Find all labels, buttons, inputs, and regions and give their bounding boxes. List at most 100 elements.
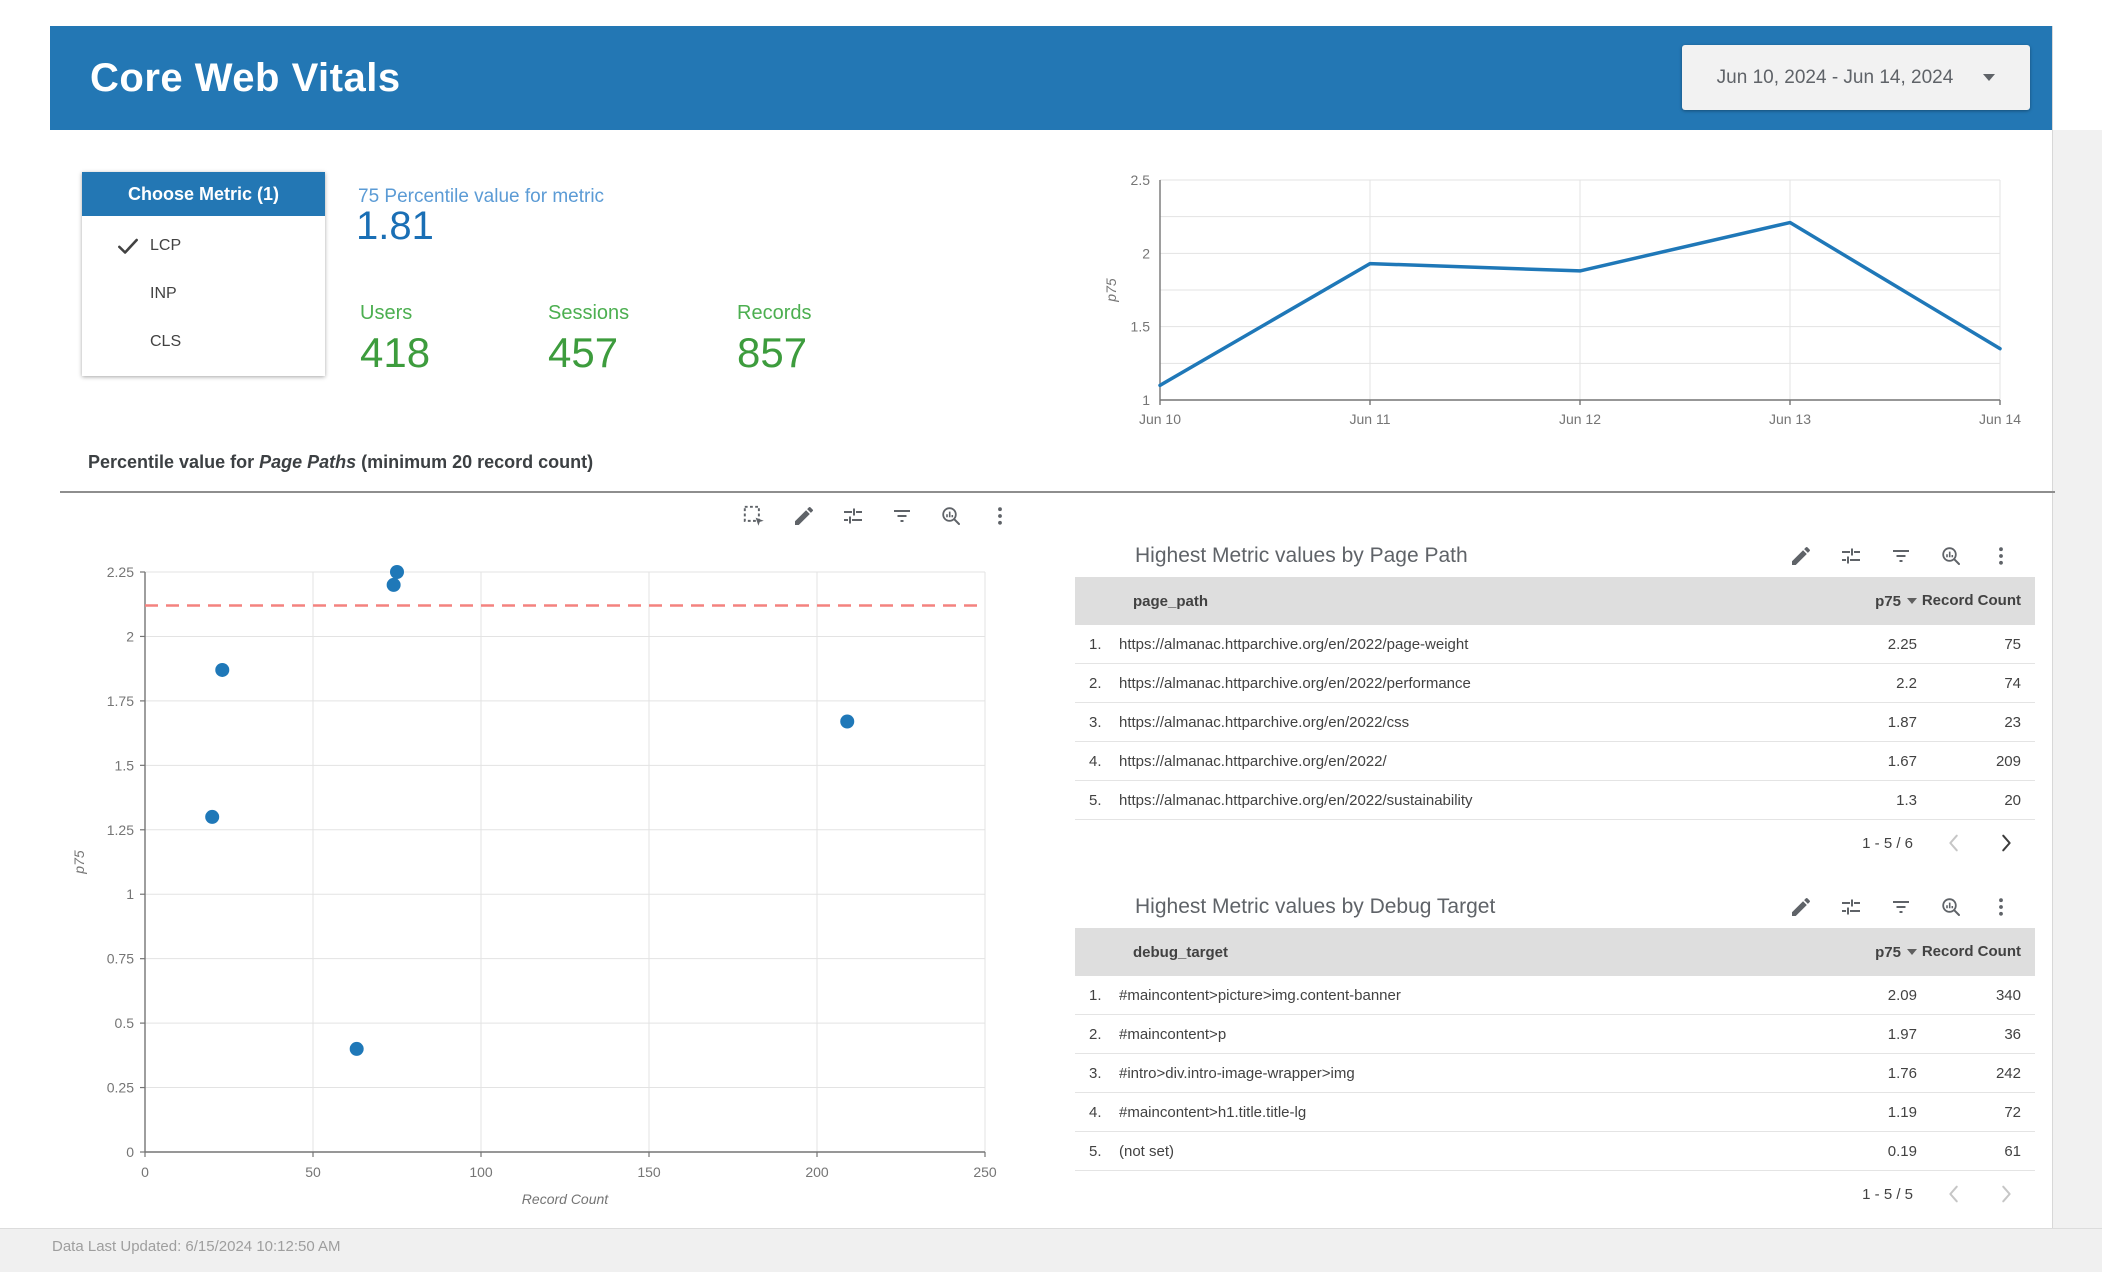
row-record-count: 61 bbox=[2004, 1142, 2021, 1160]
row-record-count: 23 bbox=[2004, 713, 2021, 731]
y-tick-label: 2.5 bbox=[1131, 172, 1151, 188]
timeseries-chart[interactable]: 1 1.5 2 2.5 Jun 10 Jun 11 Jun 12 Jun 13 Jun 14 p7… bbox=[1100, 160, 2050, 450]
row-dimension-value: #intro>div.intro-image-wrapper>img bbox=[1119, 1064, 1355, 1082]
column-header-dimension[interactable]: page_path bbox=[1119, 593, 1787, 610]
column-header-record-count[interactable]: Record Count bbox=[1917, 592, 2021, 609]
table-row[interactable]: 5. https://almanac.httparchive.org/en/202… bbox=[1075, 781, 2035, 820]
scatter-chart[interactable]: 0 0.25 0.5 0.75 1 1.25 1.5 1.75 2 2.25 0 50 100 150 20… bbox=[60, 545, 1040, 1222]
row-dimension-value: https://almanac.httparchive.org/en/2022/… bbox=[1119, 635, 1469, 653]
y-tick-label: 1.75 bbox=[107, 693, 134, 709]
table-pagination: 1 - 5 / 6 bbox=[1075, 820, 2035, 866]
explore-zoom-icon[interactable] bbox=[1939, 895, 1963, 919]
scatter-point[interactable] bbox=[840, 714, 855, 729]
y-tick-label: 0.25 bbox=[107, 1080, 134, 1096]
page-prev-icon[interactable] bbox=[1943, 832, 1965, 854]
sort-desc-icon bbox=[1907, 949, 1917, 955]
row-p75-value: 1.97 bbox=[1887, 1025, 1917, 1043]
scatter-point[interactable] bbox=[386, 577, 401, 592]
table-title: Highest Metric values by Debug Target bbox=[1135, 895, 1496, 918]
explore-zoom-icon[interactable] bbox=[939, 504, 963, 528]
table-row[interactable]: 1. #maincontent>picture>img.content-banne… bbox=[1075, 976, 2035, 1015]
chevron-down-icon bbox=[1983, 74, 1996, 81]
row-index: 2. bbox=[1089, 1025, 1102, 1043]
report-page: Core Web Vitals Jun 10, 2024 - Jun 14, 2… bbox=[0, 0, 2102, 1272]
column-header-record-count[interactable]: Record Count bbox=[1917, 943, 2021, 960]
tune-icon[interactable] bbox=[1839, 544, 1863, 568]
y-tick-label: 1.5 bbox=[115, 757, 135, 773]
scorecard-users: Users 418 bbox=[360, 302, 430, 377]
table-debug-target: Highest Metric values by Debug Target de… bbox=[1075, 886, 2035, 1217]
section-title-suffix: (minimum 20 record count) bbox=[356, 452, 594, 472]
primary-scorecard-value: 1.81 bbox=[356, 204, 434, 248]
column-header-p75[interactable]: p75 bbox=[1787, 944, 1917, 961]
more-options-icon[interactable] bbox=[1989, 895, 2013, 919]
filter-icon[interactable] bbox=[1889, 544, 1913, 568]
row-p75-value: 1.3 bbox=[1896, 791, 1917, 809]
tune-icon[interactable] bbox=[841, 504, 865, 528]
table-page-path: Highest Metric values by Page Path page_… bbox=[1075, 535, 2035, 866]
row-record-count: 242 bbox=[1995, 1064, 2021, 1082]
y-axis-label: p75 bbox=[1103, 278, 1119, 303]
row-index: 4. bbox=[1089, 752, 1102, 770]
filter-icon[interactable] bbox=[890, 504, 914, 528]
x-tick-label: 0 bbox=[141, 1164, 149, 1180]
table-row[interactable]: 5. (not set) 0.19 61 bbox=[1075, 1132, 2035, 1171]
table-row[interactable]: 2. https://almanac.httparchive.org/en/202… bbox=[1075, 664, 2035, 703]
more-options-icon[interactable] bbox=[988, 504, 1012, 528]
row-record-count: 75 bbox=[2004, 635, 2021, 653]
page-title: Core Web Vitals bbox=[90, 55, 401, 100]
metric-option-inp[interactable]: INP bbox=[82, 270, 325, 318]
page-next-icon[interactable] bbox=[1995, 1183, 2017, 1205]
y-tick-label: 1.25 bbox=[107, 822, 134, 838]
edit-icon[interactable] bbox=[1789, 544, 1813, 568]
table-row[interactable]: 4. #maincontent>h1.title.title-lg 1.19 72 bbox=[1075, 1093, 2035, 1132]
row-p75-value: 1.67 bbox=[1887, 752, 1917, 770]
row-dimension-value: (not set) bbox=[1119, 1142, 1175, 1160]
x-axis-label: Record Count bbox=[522, 1191, 609, 1207]
column-header-p75[interactable]: p75 bbox=[1787, 593, 1917, 610]
table-row[interactable]: 3. #intro>div.intro-image-wrapper>img 1.76… bbox=[1075, 1054, 2035, 1093]
column-header-dimension[interactable]: debug_target bbox=[1119, 944, 1787, 961]
scatter-point[interactable] bbox=[390, 565, 404, 579]
table-header-row: debug_target p75 Record Count bbox=[1075, 928, 2035, 976]
metric-option-cls[interactable]: CLS bbox=[82, 318, 325, 366]
scatter-point[interactable] bbox=[349, 1041, 364, 1056]
more-options-icon[interactable] bbox=[1989, 544, 2013, 568]
marquee-select-icon[interactable] bbox=[741, 503, 767, 529]
y-tick-label: 1 bbox=[126, 886, 134, 902]
edit-icon[interactable] bbox=[792, 504, 816, 528]
metric-option-label: LCP bbox=[150, 237, 182, 254]
scorecard-value: 418 bbox=[360, 329, 431, 376]
row-dimension-value: #maincontent>h1.title.title-lg bbox=[1119, 1103, 1307, 1121]
date-range-label: Jun 10, 2024 - Jun 14, 2024 bbox=[1716, 66, 1954, 88]
table-body: 1. https://almanac.httparchive.org/en/202… bbox=[1075, 625, 2035, 820]
table-row[interactable]: 2. #maincontent>p 1.97 36 bbox=[1075, 1015, 2035, 1054]
row-index: 3. bbox=[1089, 713, 1102, 731]
table-title: Highest Metric values by Page Path bbox=[1135, 544, 1468, 567]
row-record-count: 36 bbox=[2004, 1025, 2021, 1043]
page-prev-icon[interactable] bbox=[1943, 1183, 1965, 1205]
scorecard-label: Users bbox=[360, 302, 413, 324]
metric-option-lcp[interactable]: LCP bbox=[82, 222, 325, 270]
page-next-icon[interactable] bbox=[1995, 832, 2017, 854]
y-tick-label: 0.75 bbox=[107, 951, 134, 967]
section-title: Percentile value for Page Paths (minimum… bbox=[88, 452, 593, 473]
scatter-chart-svg[interactable]: 0 0.25 0.5 0.75 1 1.25 1.5 1.75 2 2.25 0 50 100 150 20… bbox=[60, 545, 1040, 1217]
table-row[interactable]: 1. https://almanac.httparchive.org/en/202… bbox=[1075, 625, 2035, 664]
pagination-label: 1 - 5 / 5 bbox=[1862, 1185, 1913, 1203]
section-title-dimension: Page Paths bbox=[259, 452, 357, 472]
table-row[interactable]: 3. https://almanac.httparchive.org/en/202… bbox=[1075, 703, 2035, 742]
metric-filter-title: Choose Metric (1) bbox=[82, 172, 325, 216]
tune-icon[interactable] bbox=[1839, 895, 1863, 919]
explore-zoom-icon[interactable] bbox=[1939, 544, 1963, 568]
table-row[interactable]: 4. https://almanac.httparchive.org/en/202… bbox=[1075, 742, 2035, 781]
filter-icon[interactable] bbox=[1889, 895, 1913, 919]
scatter-point[interactable] bbox=[205, 809, 220, 824]
row-p75-value: 2.25 bbox=[1887, 635, 1917, 653]
y-tick-label: 2 bbox=[126, 628, 134, 644]
edit-icon[interactable] bbox=[1789, 895, 1813, 919]
y-tick-label: 0.5 bbox=[115, 1015, 135, 1031]
scatter-point[interactable] bbox=[215, 662, 230, 677]
timeseries-chart-svg[interactable]: 1 1.5 2 2.5 Jun 10 Jun 11 Jun 12 Jun 13 Jun 14 p7… bbox=[1100, 160, 2050, 445]
date-range-picker[interactable]: Jun 10, 2024 - Jun 14, 2024 bbox=[1682, 45, 2030, 110]
